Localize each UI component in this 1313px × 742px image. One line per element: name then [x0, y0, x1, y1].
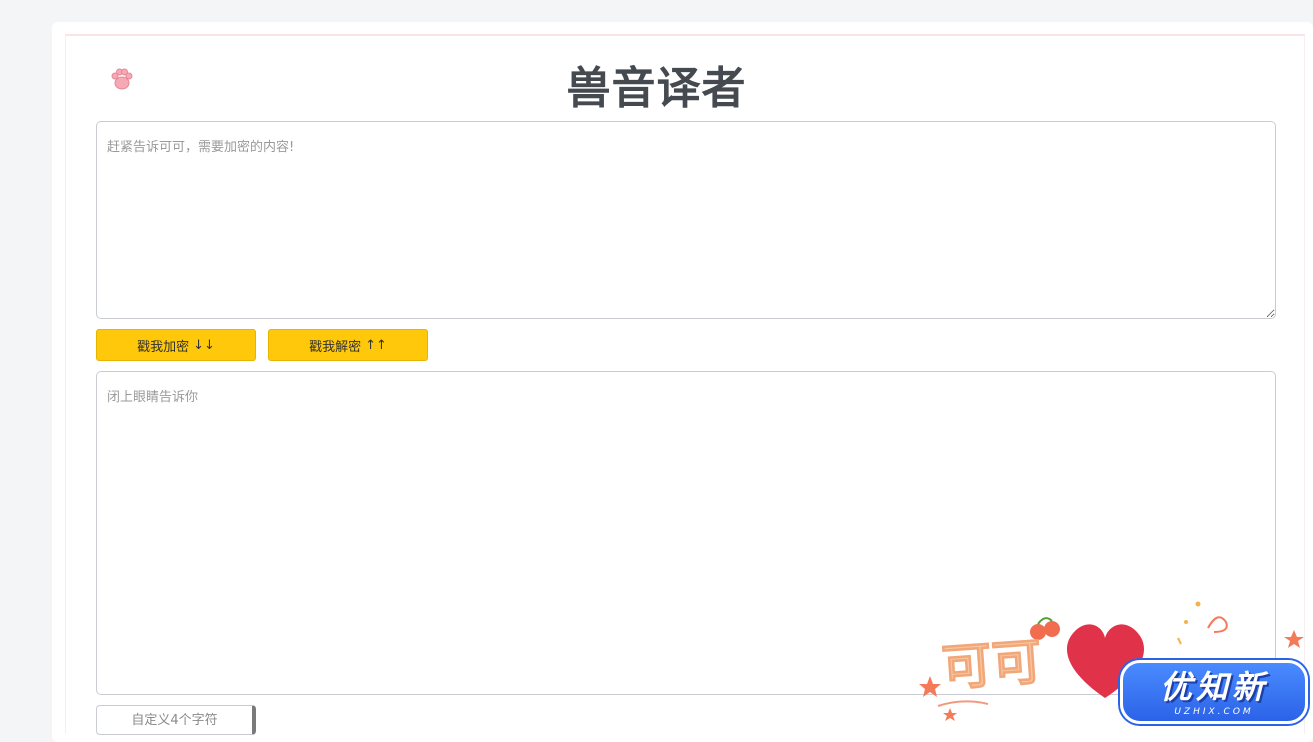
custom-key-input[interactable] — [96, 705, 256, 735]
watermark-logo-text: 优知新 — [1159, 668, 1268, 706]
arrow-down-icon: ↓↓ — [193, 337, 215, 353]
decrypt-button[interactable]: 戳我解密 ↑↑ — [268, 329, 428, 361]
watermark-badge: 优知新 UZHIX.COM — [1120, 660, 1308, 724]
star-icon — [943, 708, 957, 721]
star-icon — [919, 676, 941, 697]
plaintext-input[interactable] — [96, 121, 1276, 319]
encrypt-button-label: 戳我加密 — [137, 339, 190, 355]
page-title: 兽音译者 — [566, 63, 747, 114]
star-icon — [1284, 630, 1304, 648]
arrow-up-icon: ↑↑ — [365, 337, 387, 353]
watermark-url: UZHIX.COM — [1174, 707, 1254, 717]
decrypt-button-label: 戳我解密 — [309, 339, 362, 355]
encrypt-button[interactable]: 戳我加密 ↓↓ — [96, 329, 256, 361]
decoration-text: 可可 — [940, 633, 1044, 698]
